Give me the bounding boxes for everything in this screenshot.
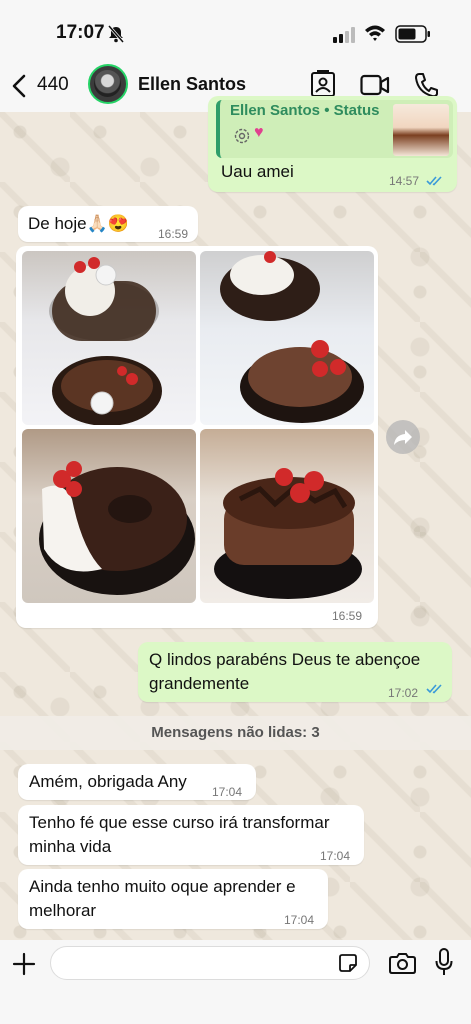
message-time: 17:04 [212,785,243,799]
microphone-icon[interactable] [435,948,453,976]
message-de-hoje[interactable]: De hoje🙏🏻😍 16:59 [18,206,198,242]
avatar[interactable] [88,64,128,104]
message-text-line1: Tenho fé que esse curso irá transformar [29,813,330,832]
sticker-icon[interactable] [338,953,358,973]
wifi-icon [365,25,385,41]
photo-cake-3[interactable] [22,429,196,603]
contact-name[interactable]: Ellen Santos [138,74,246,95]
unread-chats-count[interactable]: 440 [37,74,69,96]
message-input[interactable] [50,946,370,980]
album-time: 16:59 [332,609,363,623]
contact-card-icon[interactable] [310,70,336,98]
message-text: De hoje🙏🏻😍 [28,214,129,233]
message-curso[interactable]: Tenho fé que esse curso irá transformar … [18,805,364,865]
video-call-icon[interactable] [360,74,390,96]
back-chevron-icon[interactable] [10,74,28,98]
message-amem[interactable]: Amém, obrigada Any 17:04 [18,764,256,800]
message-time: 16:59 [157,227,188,241]
cellular-signal-icon [333,27,355,43]
message-text: Uau amei [221,162,294,181]
voice-call-icon[interactable] [414,72,438,98]
battery-icon [395,25,430,43]
read-ticks-icon [426,176,442,186]
status-thumbnail [393,104,449,156]
message-text-line2: melhorar [29,901,97,920]
message-input-bar [0,940,471,1024]
unread-messages-divider: Mensagens não lidas: 3 [0,716,471,750]
message-time: 14:57 [389,174,420,188]
status-time: 17:07 [56,22,105,43]
bell-off-icon [107,25,125,43]
photo-cake-4[interactable] [200,429,374,603]
plus-icon[interactable] [12,952,36,976]
message-text-line1: Q lindos parabéns Deus te abençoe [149,650,421,669]
message-text: Amém, obrigada Any [29,772,187,791]
status-quote[interactable]: Ellen Santos • Status ♥ [216,100,453,158]
forward-button[interactable] [386,420,420,454]
message-aprender[interactable]: Ainda tenho muito oque aprender e melhor… [18,869,328,929]
message-lindos[interactable]: Q lindos parabéns Deus te abençoe grande… [138,642,452,702]
message-text-line2: minha vida [29,837,112,856]
message-time: 17:04 [320,849,351,863]
message-time: 17:04 [284,913,315,927]
forward-arrow-icon [394,430,412,445]
photo-cake-1[interactable] [22,251,196,425]
status-bar: 17:07 [0,0,471,62]
message-time: 17:02 [388,686,419,700]
message-text-line2: grandemente [149,674,250,693]
heart-icon: ♥ [254,124,264,141]
read-ticks-icon [426,684,442,694]
message-text-line1: Ainda tenho muito oque aprender e [29,877,296,896]
photo-cake-2[interactable] [200,251,374,425]
quote-title: Ellen Santos • Status [230,102,380,119]
camera-icon[interactable] [389,951,416,975]
status-icon [234,128,250,144]
